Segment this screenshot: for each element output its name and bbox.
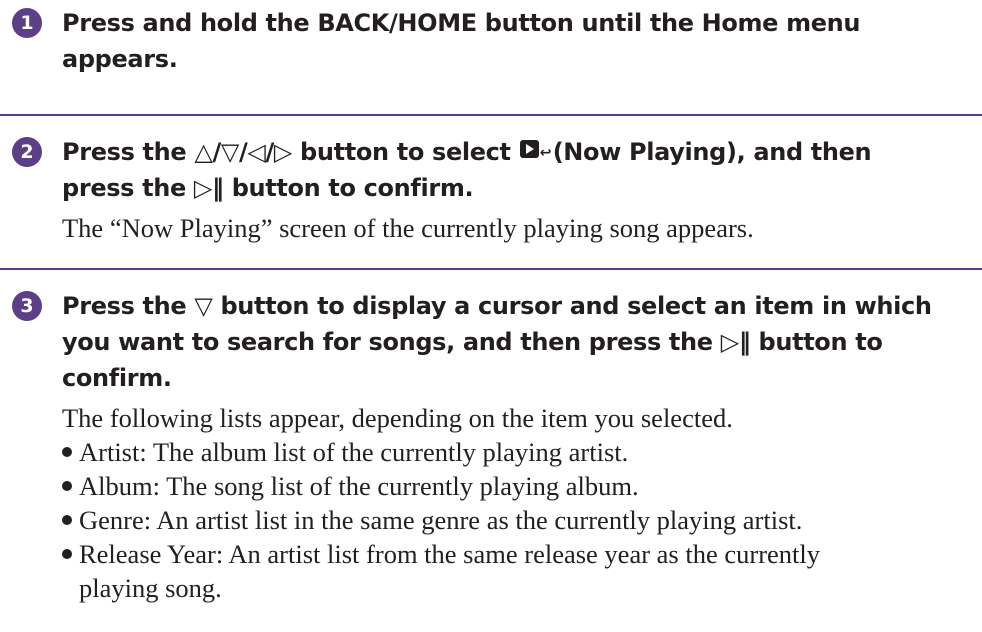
list-item: Release Year: An artist list from the sa… bbox=[62, 537, 958, 605]
list-item: Artist: The album list of the currently … bbox=[62, 435, 958, 469]
list-item: Genre: An artist list in the same genre … bbox=[62, 503, 958, 537]
manual-page: 1 Press and hold the BACK/HOME button un… bbox=[0, 0, 982, 632]
list-item-text: Release Year: An artist list from the sa… bbox=[79, 539, 821, 569]
list-item-text: Genre: An artist list in the same genre … bbox=[79, 505, 803, 535]
heading-line: press the ▷‖ button to confirm. bbox=[62, 170, 958, 206]
step-heading: Press the ▽ button to display a cursor a… bbox=[62, 288, 958, 396]
body-intro: The following lists appear, depending on… bbox=[62, 403, 733, 433]
bullet-icon bbox=[62, 515, 72, 525]
step-heading: Press the △/▽/◁/▷ button to select ↩ (Now… bbox=[62, 134, 958, 206]
bullet-icon bbox=[62, 549, 72, 559]
step-heading: Press and hold the BACK/HOME button unti… bbox=[62, 5, 958, 77]
step-number-badge: 2 bbox=[12, 137, 42, 167]
step-body: The following lists appear, depending on… bbox=[62, 401, 958, 605]
bullet-icon bbox=[62, 447, 72, 457]
divider bbox=[0, 268, 982, 270]
list-item-text: playing song. bbox=[79, 573, 222, 603]
step-number-badge: 3 bbox=[12, 291, 42, 321]
heading-text: button to bbox=[758, 328, 883, 356]
bullet-icon bbox=[62, 481, 72, 491]
bullet-list: Artist: The album list of the currently … bbox=[62, 435, 958, 605]
heading-text: button to display a cursor and select an… bbox=[220, 292, 932, 320]
heading-line: Press the △/▽/◁/▷ button to select ↩ (Now… bbox=[62, 134, 958, 170]
heading-text: Press the bbox=[62, 138, 187, 166]
heading-line: Press and hold the BACK/HOME button unti… bbox=[62, 9, 861, 37]
step-number-badge: 1 bbox=[12, 8, 42, 38]
down-arrow-icon: ▽ bbox=[194, 292, 213, 320]
heading-text: button to confirm. bbox=[231, 174, 474, 202]
heading-text: Press the bbox=[62, 292, 187, 320]
heading-line: you want to search for songs, and then p… bbox=[62, 324, 958, 360]
heading-text: button to select bbox=[300, 138, 511, 166]
list-item-text: Artist: The album list of the currently … bbox=[79, 437, 629, 467]
heading-text: (Now Playing), and then bbox=[552, 138, 872, 166]
direction-arrows-icon: △/▽/◁/▷ bbox=[194, 138, 293, 166]
play-pause-icon: ▷‖ bbox=[193, 174, 224, 202]
divider bbox=[0, 114, 982, 116]
heading-line: appears. bbox=[62, 45, 178, 73]
play-pause-icon: ▷‖ bbox=[720, 328, 751, 356]
list-item-text: Album: The song list of the currently pl… bbox=[79, 471, 639, 501]
heading-line: confirm. bbox=[62, 364, 172, 392]
heading-text: press the bbox=[62, 174, 186, 202]
heading-line: Press the ▽ button to display a cursor a… bbox=[62, 288, 958, 324]
now-playing-icon: ↩ bbox=[519, 140, 551, 162]
heading-text: you want to search for songs, and then p… bbox=[62, 328, 713, 356]
step-body: The “Now Playing” screen of the currentl… bbox=[62, 213, 754, 243]
list-item: Album: The song list of the currently pl… bbox=[62, 469, 958, 503]
